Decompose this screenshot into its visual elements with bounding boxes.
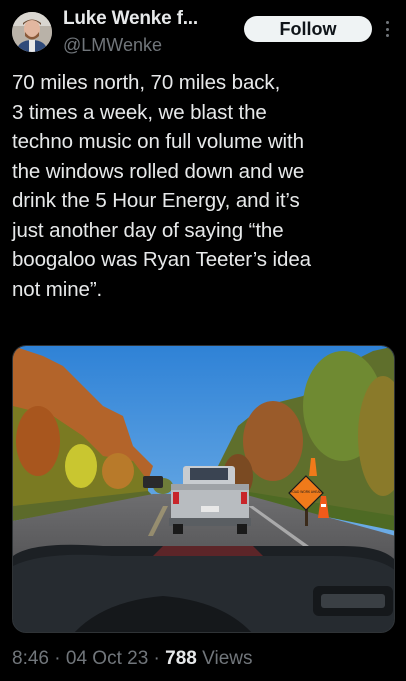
- avatar[interactable]: [12, 12, 52, 52]
- author-handle[interactable]: @LMWenke: [63, 35, 162, 56]
- road-sign-text: ROAD WORK AHEAD: [290, 490, 322, 494]
- views-count: 788: [165, 648, 197, 669]
- views-label: Views: [196, 648, 253, 669]
- meta-separator: ·: [48, 648, 66, 669]
- tweet-header: Luke Wenke f... @LMWenke Follow: [0, 0, 406, 62]
- more-options-icon[interactable]: [380, 18, 394, 40]
- meta-separator: ·: [148, 648, 166, 669]
- follow-button[interactable]: Follow: [244, 16, 372, 42]
- tweet-time[interactable]: 8:46: [12, 648, 49, 669]
- tweet-metadata: 8:46 · 04 Oct 23 · 788 Views: [12, 648, 252, 670]
- tweet-date[interactable]: 04 Oct 23: [66, 648, 148, 669]
- tweet-text: 70 miles north, 70 miles back, 3 times a…: [12, 71, 311, 301]
- author-display-name[interactable]: Luke Wenke f...: [63, 8, 198, 30]
- tweet-image[interactable]: ROAD WORK AHEAD: [12, 345, 395, 633]
